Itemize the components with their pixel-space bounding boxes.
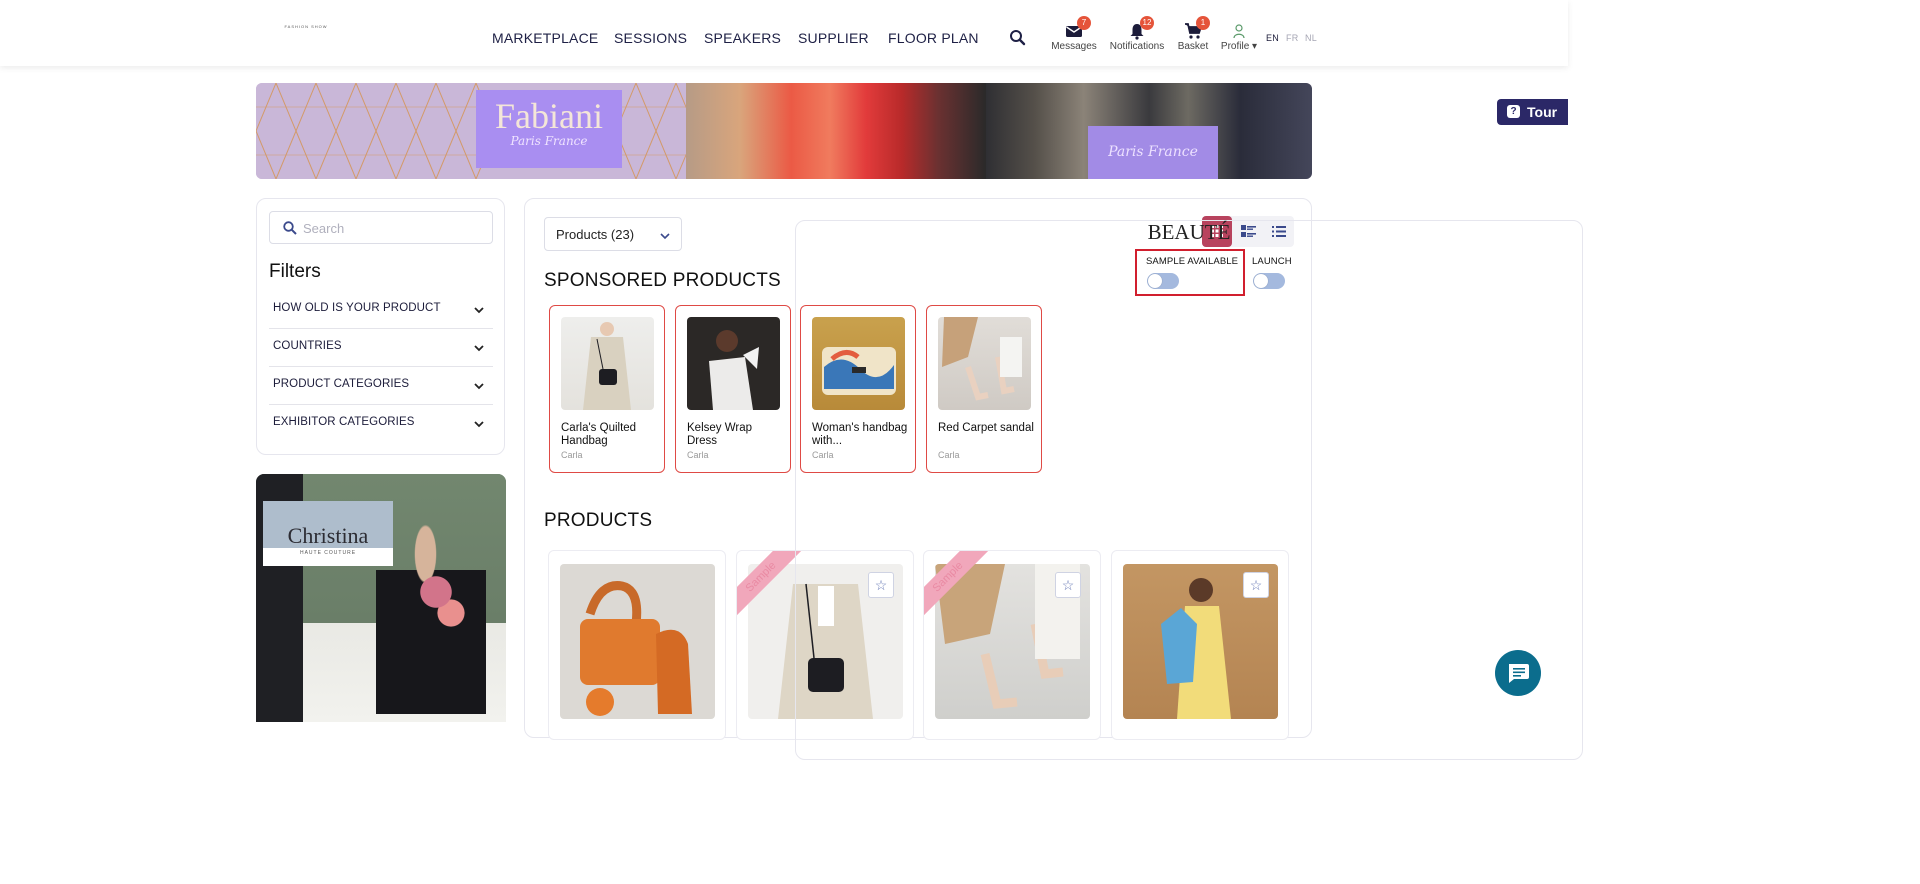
question-icon: ? <box>1507 105 1520 118</box>
ad-brand-sub: HAUTE COUTURE <box>299 550 357 556</box>
filter-label: COUNTRIES <box>273 340 342 352</box>
product-brand: Carla <box>687 450 709 460</box>
filter-label: PRODUCT CATEGORIES <box>273 378 410 390</box>
nav-marketplace[interactable]: MARKETPLACE <box>492 30 598 46</box>
messages-label: Messages <box>1051 41 1097 52</box>
lang-en[interactable]: EN <box>1266 33 1279 43</box>
products-title: PRODUCTS <box>544 510 653 531</box>
search-icon[interactable] <box>1008 28 1028 48</box>
chevron-down-icon <box>473 341 485 353</box>
chevron-down-icon <box>473 379 485 391</box>
product-image <box>687 317 780 410</box>
messages-button[interactable]: 7 Messages <box>1050 16 1098 52</box>
notifications-badge: 12 <box>1140 16 1154 30</box>
lang-nl[interactable]: NL <box>1305 33 1317 43</box>
basket-label: Basket <box>1177 41 1209 52</box>
profile-label: Profile ▾ <box>1218 41 1260 52</box>
sidebar-ad-banner[interactable]: Christina HAUTE COUTURE <box>256 474 506 722</box>
filter-label: HOW OLD IS YOUR PRODUCT <box>273 302 441 314</box>
logo-main-text: BEAUTÉ <box>795 220 1583 760</box>
product-brand: Carla <box>561 450 583 460</box>
filter-product-categories[interactable]: PRODUCT CATEGORIES <box>269 367 493 405</box>
banner-brand-name: Fabiani <box>495 96 603 136</box>
ad-brand-name: Christina <box>287 523 369 548</box>
profile-button[interactable]: Profile ▾ <box>1218 22 1260 52</box>
select-value: Products (23) <box>556 227 635 242</box>
search-input[interactable] <box>303 218 483 238</box>
filter-countries[interactable]: COUNTRIES <box>269 329 493 367</box>
search-icon <box>282 220 298 236</box>
filter-how-old[interactable]: HOW OLD IS YOUR PRODUCT <box>269 291 493 329</box>
sponsored-card[interactable]: Carla's Quilted Handbag Carla <box>549 305 665 473</box>
product-name: Kelsey Wrap Dress <box>687 422 752 447</box>
chevron-down-icon <box>473 417 485 429</box>
content-type-select[interactable]: Products (23) <box>544 217 682 251</box>
tour-button[interactable]: ? Tour <box>1497 99 1568 125</box>
product-card[interactable] <box>548 550 726 740</box>
notifications-button[interactable]: 12 Notifications <box>1106 16 1168 52</box>
bell-icon: 12 <box>1128 16 1154 40</box>
chevron-down-icon <box>473 303 485 315</box>
nav-floor-plan[interactable]: FLOOR PLAN <box>888 30 979 46</box>
banner-tagline-box: Paris France <box>1088 126 1218 179</box>
banner-brand-box: Fabiani Paris France <box>476 90 622 168</box>
notifications-label: Notifications <box>1109 41 1165 52</box>
filters-title: Filters <box>269 261 321 282</box>
ad-flowers <box>416 564 466 634</box>
filters-sidebar: Filters HOW OLD IS YOUR PRODUCT COUNTRIE… <box>256 198 505 455</box>
nav-speakers[interactable]: SPEAKERS <box>704 30 781 46</box>
search-field[interactable] <box>269 211 493 244</box>
filter-exhibitor-categories[interactable]: EXHIBITOR CATEGORIES <box>269 405 493 443</box>
basket-button[interactable]: 1 Basket <box>1176 16 1210 52</box>
cart-icon: 1 <box>1184 16 1210 40</box>
sponsored-card[interactable]: Kelsey Wrap Dress Carla <box>675 305 791 473</box>
banner-clothing-photo <box>686 83 986 179</box>
profile-avatar-icon <box>1230 22 1248 40</box>
product-name: Carla's Quilted Handbag <box>561 422 637 447</box>
exhibitor-banner[interactable]: Fabiani Paris France Paris France <box>256 83 1312 179</box>
chevron-down-icon: ▾ <box>1249 41 1258 52</box>
tour-label: Tour <box>1527 104 1558 120</box>
product-image <box>560 564 715 719</box>
nav-sessions[interactable]: SESSIONS <box>614 30 687 46</box>
basket-badge: 1 <box>1196 16 1210 30</box>
lang-fr[interactable]: FR <box>1286 33 1299 43</box>
ad-brand-box: Christina HAUTE COUTURE <box>263 501 393 566</box>
nav-supplier[interactable]: SUPPLIER <box>798 30 869 46</box>
profile-label-text: Profile <box>1220 41 1250 52</box>
envelope-icon: 7 <box>1065 16 1091 40</box>
top-header: BEAUTÉ FASHION SHOW MARKETPLACE SESSIONS… <box>0 0 1583 760</box>
sponsored-products-title: SPONSORED PRODUCTS <box>544 270 781 291</box>
product-image <box>561 317 654 410</box>
logo-sub-text: FASHION SHOW <box>284 24 328 29</box>
chevron-down-icon <box>659 229 671 241</box>
messages-badge: 7 <box>1077 16 1091 30</box>
filter-label: EXHIBITOR CATEGORIES <box>273 416 415 428</box>
brand-logo[interactable]: BEAUTÉ FASHION SHOW <box>271 22 1583 760</box>
